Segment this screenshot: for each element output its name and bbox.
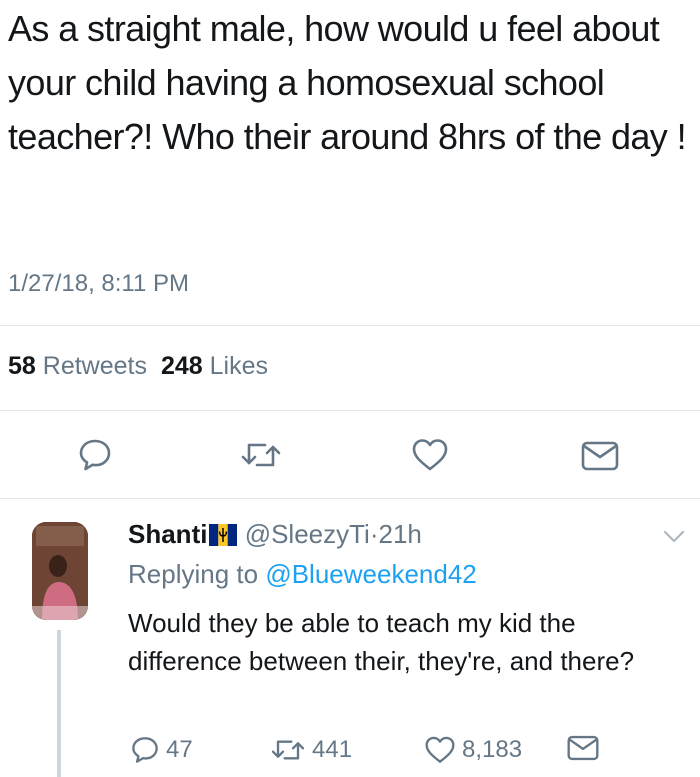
tweet-timestamp[interactable]: 1/27/18, 8:11 PM xyxy=(8,270,189,298)
retweet-icon xyxy=(271,740,305,760)
reply-count: 47 xyxy=(166,736,193,763)
reply-icon[interactable] xyxy=(77,437,113,473)
divider xyxy=(0,498,700,499)
direct-message-icon[interactable] xyxy=(581,441,619,471)
replying-to-line: Replying to @Blueweekend42 xyxy=(128,559,477,590)
replying-to-link[interactable]: @Blueweekend42 xyxy=(265,559,476,589)
divider xyxy=(0,325,700,326)
tweet-stats: 58 Retweets 248 Likes xyxy=(8,352,268,381)
retweets-label: Retweets xyxy=(42,352,147,380)
likes-label: Likes xyxy=(209,352,269,380)
reply-text: Would they be able to teach my kid the d… xyxy=(128,608,635,676)
likes-stat[interactable]: 248 Likes xyxy=(161,352,268,380)
tweet-text: As a straight male, how would u feel abo… xyxy=(8,8,687,157)
retweets-stat[interactable]: 58 Retweets xyxy=(8,352,147,380)
reply-author-handle[interactable]: @SleezyTi xyxy=(245,519,370,549)
direct-message-icon xyxy=(567,735,599,761)
reply-author-name[interactable]: Shanti xyxy=(128,519,207,549)
barbados-flag-icon xyxy=(209,522,238,553)
retweet-count: 58 xyxy=(8,352,36,380)
thread-line xyxy=(57,630,61,777)
avatar[interactable] xyxy=(32,522,88,620)
reply-age: 21h xyxy=(378,519,422,549)
retweet-icon[interactable] xyxy=(240,437,282,473)
reply-reply-action[interactable]: 47 xyxy=(130,735,193,765)
reply-dm-action[interactable] xyxy=(567,735,605,761)
like-count: 248 xyxy=(160,352,203,380)
reply-like-action[interactable]: 8,183 xyxy=(424,735,522,765)
like-icon[interactable] xyxy=(411,437,449,473)
reply-icon xyxy=(132,737,158,763)
reply-retweet-count: 441 xyxy=(312,736,353,763)
reply-like-count: 8,183 xyxy=(462,736,523,763)
like-icon xyxy=(425,736,455,763)
replying-prefix: Replying to xyxy=(128,559,259,589)
chevron-down-icon[interactable] xyxy=(663,530,685,549)
reply-header: Shanti @SleezyTi·21h xyxy=(128,519,422,553)
reply-retweet-action[interactable]: 441 xyxy=(270,735,352,765)
divider xyxy=(0,410,700,411)
